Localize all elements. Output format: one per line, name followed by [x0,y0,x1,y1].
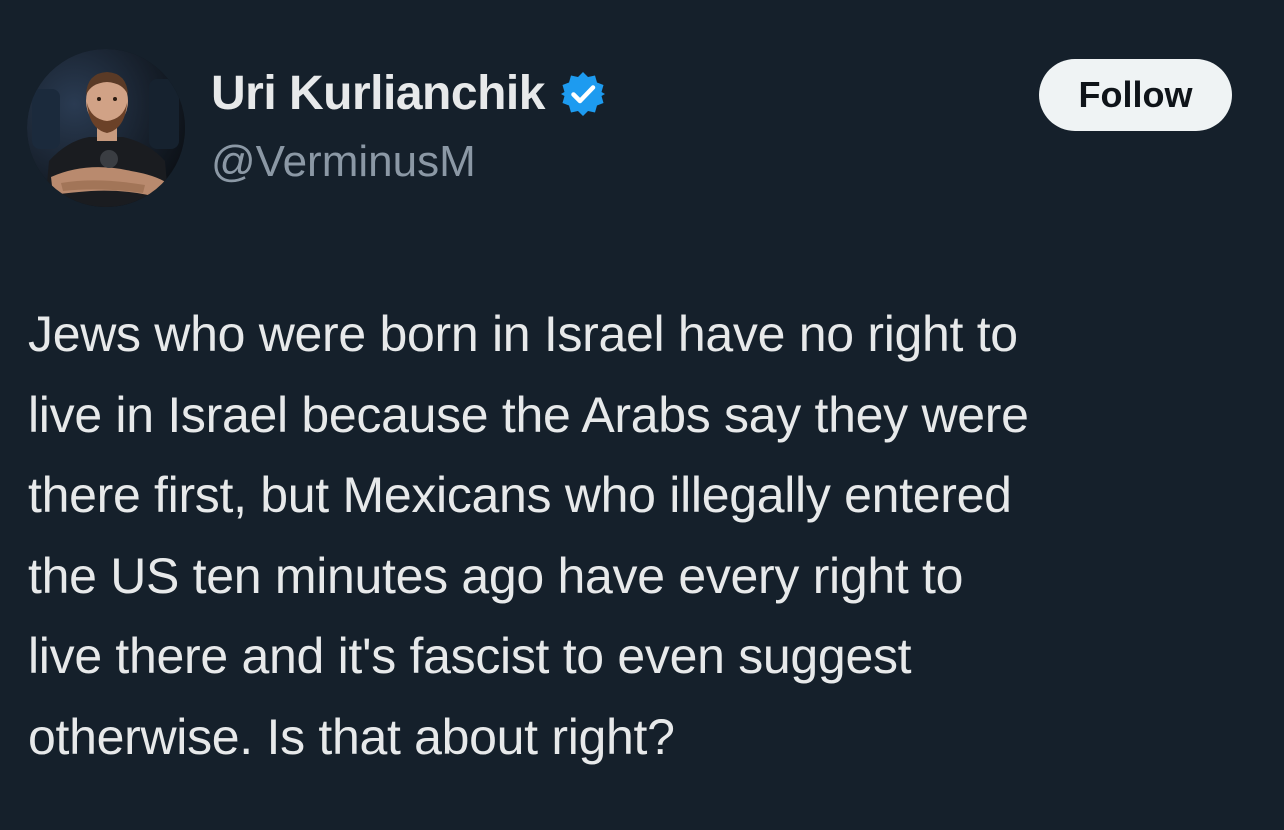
tweet-text-line: the US ten minutes ago have every right … [28,547,964,604]
follow-button[interactable]: Follow [1039,59,1232,131]
tweet-text-line: live there and it's fascist to even sugg… [28,628,912,684]
verified-badge-icon [560,72,605,116]
tweet-text-line: Jews who were born in Israel have no rig… [28,306,1018,362]
author-display-name[interactable]: Uri Kurlianchik [211,64,545,124]
avatar-photo-icon [27,49,185,207]
tweet-text-line: there first, but Mexicans who illegally … [28,467,1012,523]
tweet-card: Uri Kurlianchik @VerminusM Follow Jews w… [0,0,1284,830]
author-handle[interactable]: @VerminusM [211,135,476,189]
author-name-row: Uri Kurlianchik [211,64,607,124]
tweet-text: Jews who were born in Israel have no rig… [28,294,1258,777]
author-avatar[interactable] [27,49,185,207]
tweet-text-line: otherwise. Is that about right? [28,708,675,765]
tweet-text-line: live in Israel because the Arabs say the… [28,386,1029,443]
